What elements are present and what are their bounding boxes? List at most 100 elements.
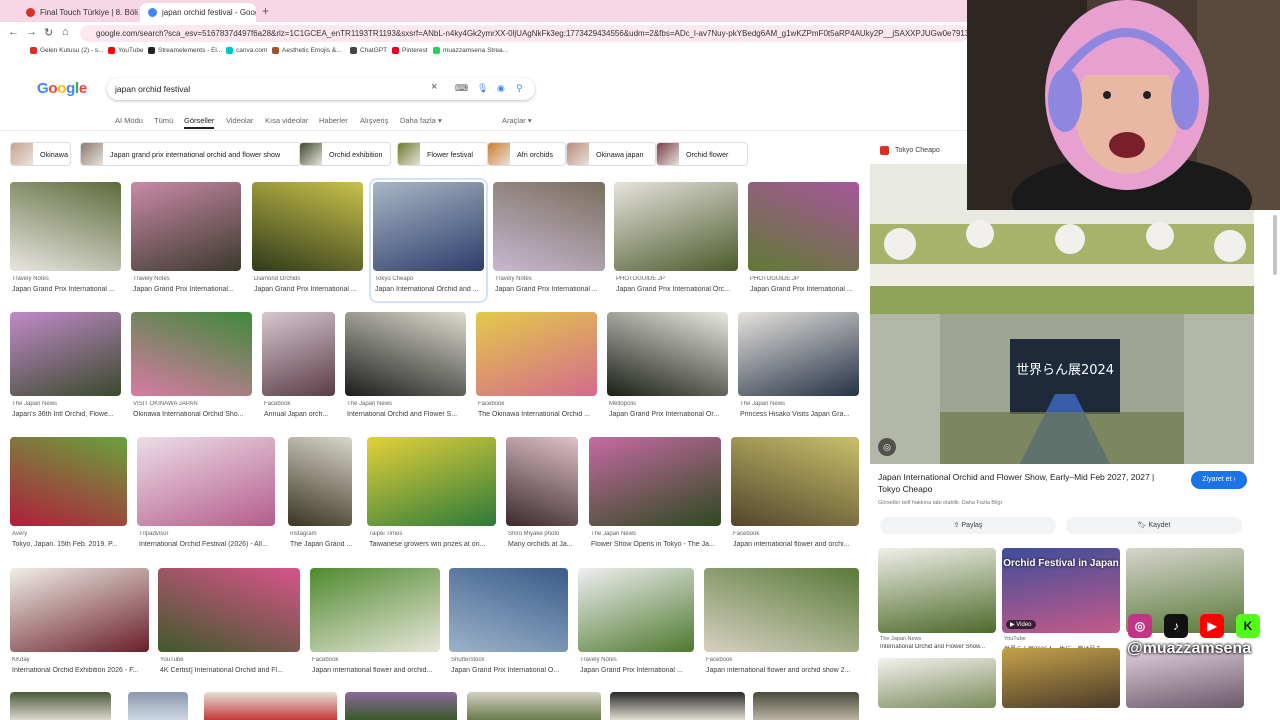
image-source[interactable]: Facebook [478,401,599,407]
image-source[interactable]: KKday [12,657,151,663]
image-thumbnail[interactable] [578,568,694,652]
image-result[interactable]: PHOTOGUIDE.JP Japan Grand Prix Internatio… [748,182,859,299]
bookmark-item[interactable]: canva.com [226,47,267,54]
image-source[interactable]: Travely Notes [580,657,696,663]
image-source[interactable]: Facebook [733,531,861,537]
forward-icon[interactable]: → [26,26,37,38]
lens-icon[interactable]: ◉ [497,83,505,94]
image-title[interactable]: Japan Grand Prix International ... [750,286,861,293]
microphone-icon[interactable]: 🎙︎ [477,83,488,94]
image-title[interactable]: Japan Grand Prix International O... [451,667,570,674]
image-source[interactable]: The Japan News [591,531,723,537]
image-thumbnail[interactable] [131,182,241,271]
image-title[interactable]: Japan's 36th Intl Orchid, Flowe... [12,411,123,418]
image-source[interactable]: The Japan News [12,401,123,407]
tab-all[interactable]: Tümü [154,116,173,125]
url-field[interactable]: google.com/search?sca_esv=5167837d497f6a… [80,25,968,42]
related-image[interactable] [878,548,996,633]
image-thumbnail[interactable] [449,568,568,652]
image-thumbnail[interactable] [345,312,466,396]
tab-news[interactable]: Haberler [319,116,348,125]
image-source[interactable]: Travely Notes [12,276,123,282]
image-title[interactable]: Japan international flower and orchid... [312,667,442,674]
image-title[interactable]: Japan international flower and orchi... [733,541,861,548]
image-result[interactable]: VISIT OKINAWA JAPAN Okinawa International… [131,312,252,424]
image-title[interactable]: International Orchid Exhibition 2026 - F… [12,667,151,674]
image-title[interactable]: 4K Certist] International Orchid and Fl.… [160,667,302,674]
image-title[interactable]: Tokyo, Japan. 15th Feb. 2019. P... [12,541,129,548]
image-result[interactable]: The Japan News Princess Hisako Visits Jap… [738,312,859,424]
related-search-chip[interactable]: Orchid exhibition [299,142,391,166]
tab-more[interactable]: Daha fazla ▾ [400,116,442,125]
image-thumbnail[interactable] [493,182,605,271]
image-result[interactable]: Facebook Japan international flower and o… [731,437,859,554]
image-title[interactable]: Japan Grand Prix International ... [580,667,696,674]
image-result[interactable]: Facebook Annual Japan orch... [262,312,335,424]
related-image[interactable]: Orchid Festival in Japan ▶ Video [1002,548,1120,633]
tab-short-videos[interactable]: Kısa videolar [265,116,308,125]
image-thumbnail[interactable] [704,568,859,652]
image-source[interactable]: YouTube [160,657,302,663]
related-search-chip[interactable]: Flower festival [397,142,488,166]
related-search-chip[interactable]: Orchid flower [656,142,748,166]
save-button[interactable]: 🔖︎ Kaydet [1066,517,1242,534]
image-result[interactable]: The Japan News Flower Show Opens in Tokyo… [589,437,721,554]
image-source[interactable]: The Japan News [347,401,468,407]
image-thumbnail[interactable] [589,437,721,526]
tab-videos[interactable]: Videolar [226,116,253,125]
image-result[interactable] [204,692,337,720]
back-icon[interactable]: ← [8,26,19,38]
related-image-title[interactable]: International Orchid and Flower Show... [880,644,998,650]
image-result[interactable]: YouTube 4K Certist] International Orchid … [158,568,300,680]
image-title[interactable]: The Okinawa International Orchid ... [478,411,599,418]
image-title[interactable]: Japan Grand Prix International ... [12,286,123,293]
image-result[interactable]: Shutterstock Japan Grand Prix Internation… [449,568,568,680]
image-thumbnail[interactable] [288,437,352,526]
image-title[interactable]: Japan international flower and orchid sh… [706,667,861,674]
image-thumbnail[interactable] [10,312,121,396]
related-search-chip[interactable]: Japan grand prix international orchid an… [80,142,301,166]
bookmark-item[interactable]: Gelen Kutusu (2) - s... [30,47,104,54]
bookmark-item[interactable]: Aesthetic Emojis &... [272,47,342,54]
image-result[interactable]: Taipei Times Taiwanese growers win prizes… [367,437,496,554]
google-logo[interactable]: Google [37,80,87,97]
image-title[interactable]: Japan Grand Prix International ... [495,286,607,293]
image-source[interactable]: Diamond Orchids [254,276,365,282]
image-thumbnail[interactable] [10,182,121,271]
image-thumbnail[interactable] [252,182,363,271]
image-source[interactable]: Shiro Miyake photo [508,531,580,537]
image-thumbnail[interactable] [137,437,275,526]
image-title[interactable]: Japan Grand Prix International... [133,286,243,293]
image-result[interactable]: Shiro Miyake photo Many orchids at Ja... [506,437,578,554]
bookmark-item[interactable]: ChatGPT [350,47,387,54]
image-result[interactable] [753,692,859,720]
browser-tab-active[interactable]: japan orchid festival - Google'd × [140,3,256,22]
image-result[interactable]: KKday International Orchid Exhibition 202… [10,568,149,680]
image-title[interactable]: Japan Grand Prix International Or... [609,411,730,418]
image-title[interactable]: Japan Grand Prix International ... [254,286,365,293]
image-thumbnail[interactable] [367,437,496,526]
image-thumbnail[interactable] [10,437,127,526]
image-result[interactable]: Travely Notes Japan Grand Prix Internatio… [10,182,121,299]
image-title[interactable]: The Japan Grand ... [290,541,354,548]
image-title[interactable]: Japan International Orchid and ... [375,286,486,293]
image-source[interactable]: PHOTOGUIDE.JP [616,276,740,282]
related-image[interactable] [878,658,996,708]
tab-shopping[interactable]: Alışveriş [360,116,388,125]
image-result[interactable]: Tokyo Cheapo Japan International Orchid a… [369,178,488,303]
image-result[interactable]: Facebook Japan international flower and o… [310,568,440,680]
image-result[interactable]: Meltopolis Japan Grand Prix International… [607,312,728,424]
preview-title[interactable]: Japan International Orchid and Flower Sh… [878,471,1178,495]
reload-icon[interactable]: ↻ [44,26,53,39]
image-thumbnail[interactable] [373,182,484,271]
image-source[interactable]: Facebook [264,401,337,407]
bookmark-item[interactable]: YouTube [108,47,144,54]
tab-tools[interactable]: Araçlar ▾ [502,116,532,125]
image-title[interactable]: Okinawa International Orchid Sho... [133,411,254,418]
image-result[interactable]: Avery Tokyo, Japan. 15th Feb. 2019. P... [10,437,127,554]
related-image[interactable] [1002,648,1120,708]
image-result[interactable]: The Japan News International Orchid and F… [345,312,466,424]
image-result[interactable] [467,692,601,720]
image-title[interactable]: International Orchid and Flower S... [347,411,468,418]
image-result[interactable]: PHOTOGUIDE.JP Japan Grand Prix Internatio… [614,182,738,299]
